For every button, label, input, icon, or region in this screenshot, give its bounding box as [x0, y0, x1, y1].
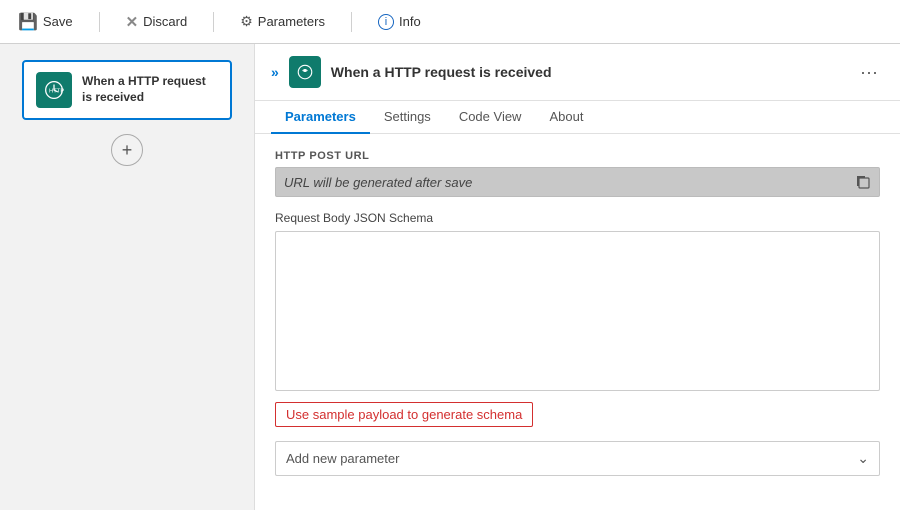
save-icon: 💾 — [18, 12, 38, 32]
sidebar: HTTP When a HTTP requestis received + — [0, 44, 255, 510]
tab-parameters[interactable]: Parameters — [271, 101, 370, 134]
expand-button[interactable]: » — [271, 64, 279, 80]
url-field: URL will be generated after save — [275, 167, 880, 197]
svg-text:HTTP: HTTP — [49, 89, 64, 95]
tab-settings[interactable]: Settings — [370, 101, 445, 134]
more-options-button[interactable]: ··· — [854, 60, 884, 85]
schema-label: Request Body JSON Schema — [275, 211, 880, 225]
toolbar-separator-3 — [351, 12, 352, 32]
url-field-label: HTTP POST URL — [275, 150, 880, 162]
tab-about[interactable]: About — [535, 101, 597, 134]
chevron-down-icon: ⌄ — [857, 450, 869, 467]
info-icon: i — [378, 14, 394, 30]
add-parameter-dropdown[interactable]: Add new parameter ⌄ — [275, 441, 880, 476]
trigger-card[interactable]: HTTP When a HTTP requestis received — [22, 60, 232, 120]
trigger-icon-box: HTTP — [36, 72, 72, 108]
panel-body: HTTP POST URL URL will be generated afte… — [255, 134, 900, 510]
main-area: HTTP When a HTTP requestis received + » … — [0, 44, 900, 510]
toolbar-separator-2 — [213, 12, 214, 32]
save-label: Save — [43, 14, 73, 29]
parameters-icon: ⚙ — [240, 13, 253, 30]
parameters-button[interactable]: ⚙ Parameters — [234, 9, 331, 34]
toolbar-separator-1 — [99, 12, 100, 32]
add-parameter-label: Add new parameter — [286, 451, 399, 466]
parameters-label: Parameters — [258, 14, 325, 29]
panel-title: When a HTTP request is received — [331, 64, 844, 80]
schema-textarea[interactable] — [275, 231, 880, 391]
save-button[interactable]: 💾 Save — [12, 8, 79, 36]
url-placeholder-text: URL will be generated after save — [284, 175, 847, 190]
right-panel: » When a HTTP request is received ··· Pa… — [255, 44, 900, 510]
copy-url-button[interactable] — [855, 174, 871, 190]
generate-schema-button[interactable]: Use sample payload to generate schema — [275, 402, 533, 427]
panel-header: » When a HTTP request is received ··· — [255, 44, 900, 101]
info-button[interactable]: i Info — [372, 10, 427, 34]
add-step-button[interactable]: + — [111, 134, 143, 166]
copy-icon — [855, 174, 871, 190]
http-trigger-icon: HTTP — [44, 80, 64, 100]
discard-label: Discard — [143, 14, 187, 29]
panel-tabs: Parameters Settings Code View About — [255, 101, 900, 134]
trigger-card-label: When a HTTP requestis received — [82, 74, 206, 105]
panel-http-icon — [296, 63, 314, 81]
info-label: Info — [399, 14, 421, 29]
plus-icon: + — [122, 140, 133, 161]
discard-button[interactable]: ✕ Discard — [120, 9, 194, 35]
panel-header-icon-box — [289, 56, 321, 88]
discard-icon: ✕ — [126, 13, 139, 31]
tab-code-view[interactable]: Code View — [445, 101, 536, 134]
toolbar: 💾 Save ✕ Discard ⚙ Parameters i Info — [0, 0, 900, 44]
